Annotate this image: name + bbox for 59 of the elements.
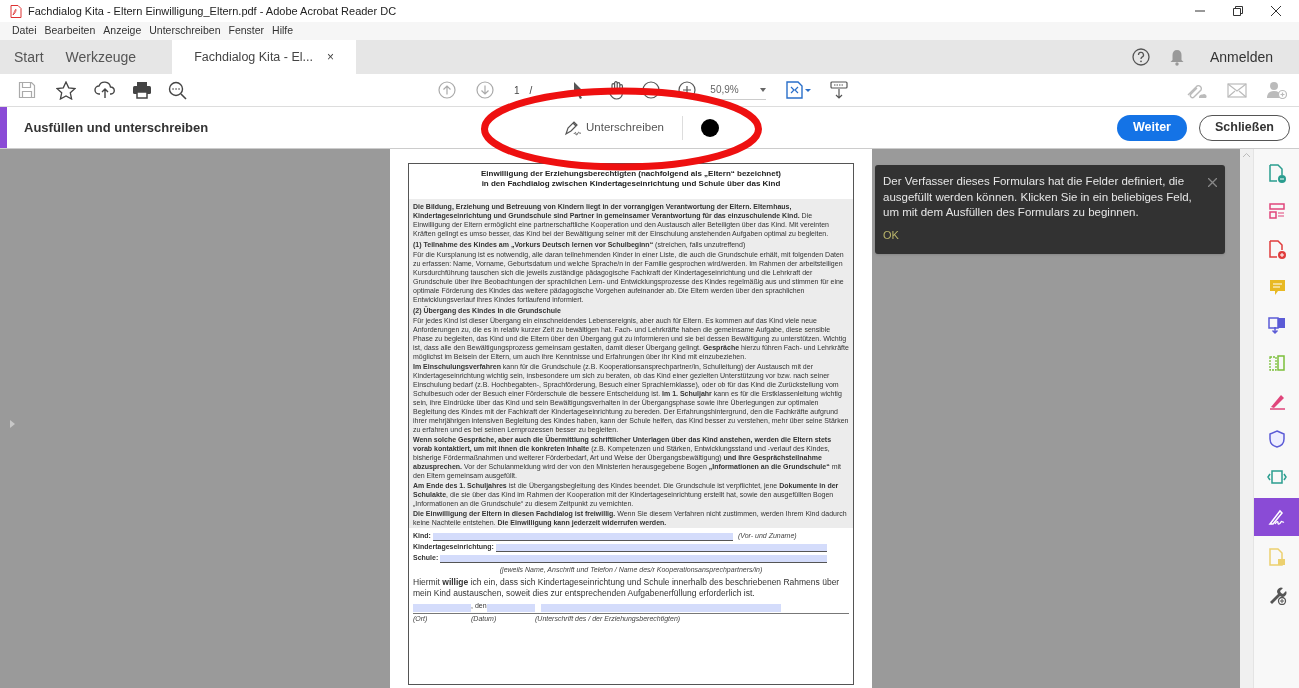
input-field[interactable] <box>540 603 781 612</box>
fill-sign-title: Ausfüllen und unterschreiben <box>24 118 210 137</box>
tool-accent-bar <box>0 107 7 148</box>
menu-item[interactable]: Anzeige <box>103 23 142 39</box>
form-icon <box>1266 201 1287 221</box>
print-icon[interactable] <box>132 81 152 99</box>
tab[interactable]: Fachdialog Kita - El... × <box>172 40 356 74</box>
input-field[interactable] <box>486 603 535 612</box>
star-icon[interactable] <box>56 80 76 100</box>
signature-pen-icon <box>1266 507 1287 527</box>
input-field[interactable] <box>432 533 733 541</box>
document-heading: in den Fachdialog zwischen Kindertageseinrichtung und Schule über das Kind <box>481 179 781 189</box>
close-icon[interactable] <box>1271 6 1281 16</box>
sign-in-link[interactable]: Anmelden <box>1209 46 1273 68</box>
next-page-icon[interactable] <box>476 81 494 99</box>
bell-icon[interactable] <box>1169 48 1184 66</box>
consent-text: Hiermit willige ich ein, dass sich Kindertageseinrichtung und Schule innerhalb des beschriebenen Rahmens über mein Kind austauschen, soweit dies zur entsprechenden Aufgabenerfüllung erforderlich ist. <box>413 576 841 599</box>
shield-icon <box>1266 429 1287 449</box>
ok-button[interactable]: OK <box>883 226 899 243</box>
page-separator: / <box>529 83 533 98</box>
sign-button[interactable]: Unterschreiben <box>564 115 683 140</box>
tab[interactable]: Werkzeuge <box>59 40 143 74</box>
zoom-dropdown[interactable]: 50,9% <box>710 80 767 100</box>
zoom-out-icon[interactable] <box>642 81 661 99</box>
tab-close-button[interactable]: × <box>326 48 334 66</box>
combine-files-icon <box>1266 315 1287 335</box>
export-pdf-icon <box>1266 163 1287 183</box>
menu-item[interactable]: Unterschreiben <box>149 23 221 39</box>
tab[interactable]: Start <box>8 40 50 74</box>
close-button[interactable]: Schließen <box>1198 114 1290 141</box>
create-pdf-icon <box>1266 239 1287 259</box>
pen-signature-icon <box>564 119 582 136</box>
input-field[interactable] <box>495 544 827 552</box>
optimize-pdf-icon <box>1266 467 1287 487</box>
keyboard-download-icon[interactable] <box>830 81 849 99</box>
tool-button[interactable] <box>1254 498 1299 536</box>
input-field[interactable] <box>413 603 471 612</box>
previous-page-icon[interactable] <box>438 81 456 99</box>
fit-page-icon[interactable] <box>786 81 813 99</box>
menu-item[interactable]: Hilfe <box>272 23 294 39</box>
cloud-upload-icon[interactable] <box>94 81 116 99</box>
help-icon[interactable] <box>1131 48 1150 66</box>
input-field[interactable] <box>440 555 827 563</box>
window-title: Fachdialog Kita - Eltern Einwilligung_Eltern.pdf - Adobe Acrobat Reader DC <box>28 3 397 19</box>
caret-icon <box>760 87 767 92</box>
menu-item[interactable]: Datei <box>12 23 37 39</box>
document-heading: Einwilligung der Erziehungsberechtigten (nachfolgend als „Eltern“ bezeichnet) <box>480 169 781 179</box>
file-icon <box>1266 547 1287 567</box>
restore-icon[interactable] <box>1233 6 1243 16</box>
organize-pages-icon <box>1266 353 1287 373</box>
menu-item[interactable]: Fenster <box>228 23 265 39</box>
zoom-search-icon[interactable] <box>168 80 187 100</box>
ink-color-swatch[interactable] <box>701 118 719 137</box>
page-number-field[interactable]: 1 <box>514 82 520 98</box>
pdf-app-icon <box>10 4 22 18</box>
save-icon[interactable] <box>18 81 36 99</box>
next-button[interactable]: Weiter <box>1116 114 1187 141</box>
notice-text: Der Verfasser dieses Formulars hat die Felder definiert, die ausgefüllt werden können. Klicken Sie in ein beliebiges Feld, um mit dem Ausfüllen des Formulars zu beginnen. <box>883 174 1193 220</box>
menu-item[interactable]: Bearbeiten <box>44 23 96 39</box>
